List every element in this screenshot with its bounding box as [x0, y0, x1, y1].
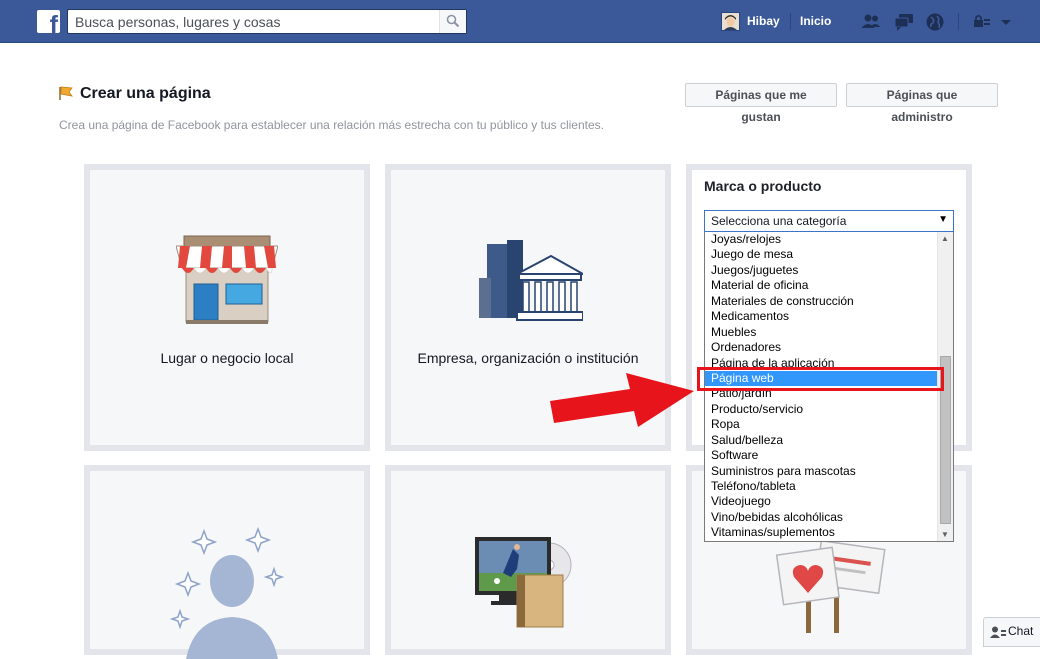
tile-public-figure[interactable] [84, 465, 370, 659]
category-option[interactable]: Muebles [705, 325, 938, 340]
notifications-globe-icon[interactable] [924, 11, 946, 33]
privacy-shortcuts-icon[interactable] [971, 11, 993, 33]
scroll-up-arrow-icon[interactable]: ▲ [941, 234, 949, 243]
category-option[interactable]: Joyas/relojes [705, 232, 938, 247]
cause-community-icon [776, 539, 886, 633]
category-option[interactable]: Salud/belleza [705, 433, 938, 448]
red-arrow-icon [550, 373, 694, 427]
nav-divider-2 [958, 13, 959, 30]
category-option[interactable]: Juegos/juguetes [705, 263, 938, 278]
entertainment-icon [475, 537, 572, 628]
tile-label-local-business: Lugar o negocio local [160, 350, 294, 366]
home-link[interactable]: Inicio [800, 14, 831, 28]
chat-label: Chat [1008, 624, 1034, 638]
nav-divider [790, 13, 791, 30]
brand-card-title: Marca o producto [704, 178, 822, 194]
page-subtitle: Crea una página de Facebook para estable… [59, 118, 604, 132]
flag-icon [59, 86, 73, 100]
category-option[interactable]: Software [705, 448, 938, 463]
scroll-down-arrow-icon[interactable]: ▼ [941, 530, 949, 539]
category-option[interactable]: Videojuego [705, 494, 938, 509]
page-title: Crear una página [80, 85, 211, 102]
category-option[interactable]: Teléfono/tableta [705, 479, 938, 494]
buildings-icon [479, 240, 583, 321]
avatar [721, 12, 740, 31]
top-navigation-bar: f Hibay Inicio [0, 0, 1040, 43]
category-option[interactable]: Juego de mesa [705, 247, 938, 262]
category-option[interactable]: Materiales de construcción [705, 294, 938, 309]
public-figure-icon [170, 526, 285, 659]
storefront-icon [176, 235, 278, 324]
category-option[interactable]: Producto/servicio [705, 402, 938, 417]
tile-local-business[interactable]: Lugar o negocio local [84, 164, 370, 451]
category-option[interactable]: Suministros para mascotas [705, 464, 938, 479]
category-option[interactable]: Medicamentos [705, 309, 938, 324]
search-icon [446, 14, 460, 28]
category-option[interactable]: Vino/bebidas alcohólicas [705, 510, 938, 525]
category-option[interactable]: Material de oficina [705, 278, 938, 293]
avatar-face-icon [722, 13, 739, 30]
category-option[interactable]: Ropa [705, 417, 938, 432]
category-option[interactable]: Ordenadores [705, 340, 938, 355]
selected-option-highlight [697, 367, 944, 391]
chat-people-icon [990, 626, 1006, 638]
search-button[interactable] [439, 10, 466, 33]
tile-label-company: Empresa, organización o institución [417, 350, 639, 366]
facebook-logo-icon[interactable]: f [37, 10, 60, 33]
managed-pages-button[interactable]: Páginas que administro [846, 83, 998, 124]
messages-icon[interactable] [893, 11, 915, 33]
friend-requests-icon[interactable] [860, 11, 882, 33]
search-input[interactable] [68, 10, 440, 33]
category-option[interactable]: Vitaminas/suplementos [705, 525, 938, 540]
select-arrow-icon: ▼ [938, 214, 948, 225]
facebook-logo-letter: f [49, 11, 58, 34]
user-name: Hibay [747, 14, 780, 28]
category-select-value: Selecciona una categoría [711, 214, 847, 228]
tile-entertainment[interactable] [385, 465, 671, 655]
search-box [67, 9, 467, 34]
liked-pages-button[interactable]: Páginas que me gustan [685, 83, 837, 124]
account-menu-chevron-icon[interactable] [998, 11, 1020, 33]
category-select[interactable]: Selecciona una categoría ▼ [704, 210, 954, 232]
